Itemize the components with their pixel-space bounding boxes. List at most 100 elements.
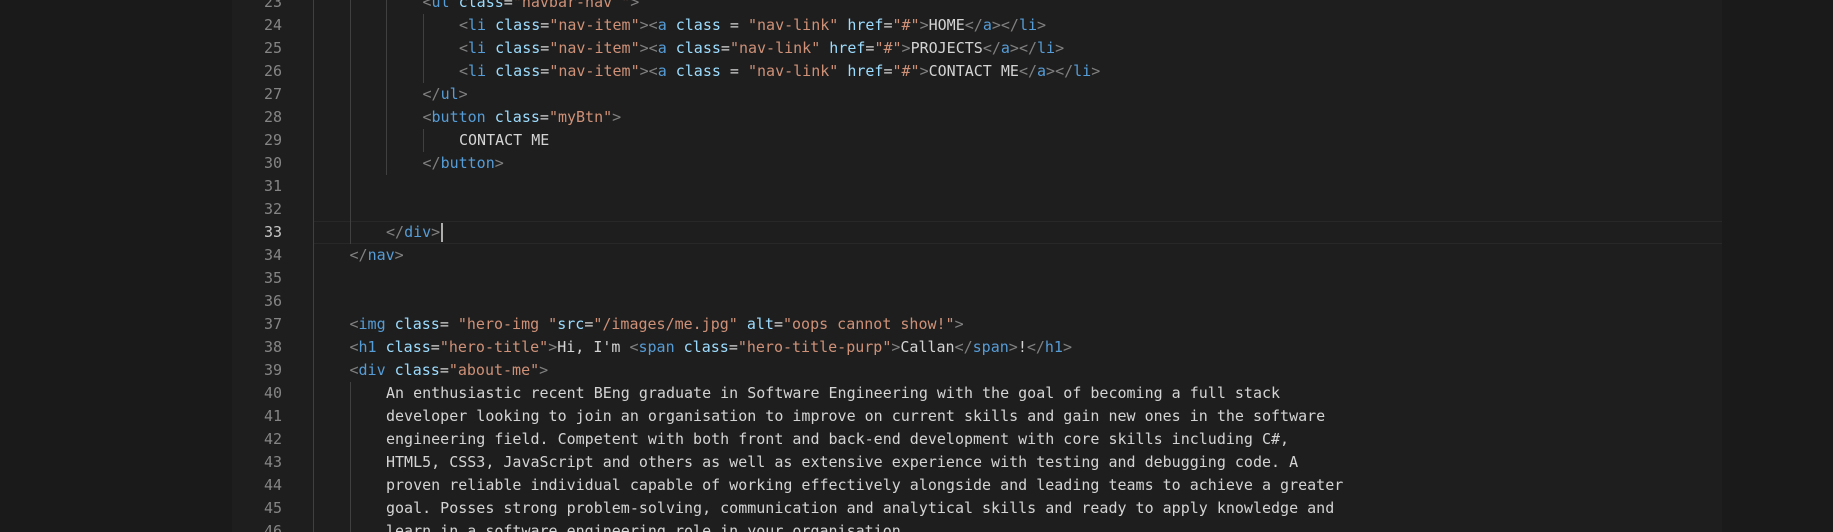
line-number: 43 [263, 453, 282, 471]
code-token: "myBtn" [548, 108, 613, 126]
code-token: = [503, 0, 513, 11]
code-line[interactable]: 37 <img class= "hero-img "src="/images/me… [232, 313, 1722, 336]
code-line[interactable]: 33 </div> [232, 221, 1722, 244]
code-text[interactable]: HTML5, CSS3, JavaScript and others as we… [386, 451, 1298, 474]
code-line[interactable]: 44 proven reliable individual capable of … [232, 474, 1722, 497]
right-side-pane [1722, 0, 1833, 532]
code-token: href [847, 62, 884, 80]
code-token: "/images/me.jpg" [593, 315, 738, 333]
code-line[interactable]: 36 [232, 290, 1722, 313]
code-token: = [883, 62, 893, 80]
code-line[interactable]: 43 HTML5, CSS3, JavaScript and others as … [232, 451, 1722, 474]
code-text[interactable]: <li class="nav-item"><a class = "nav-lin… [459, 14, 1046, 37]
code-token: </ [1055, 62, 1074, 80]
code-text[interactable]: developer looking to join an organisatio… [386, 405, 1325, 428]
code-token: class [495, 62, 541, 80]
code-token: > [1037, 16, 1047, 34]
code-line[interactable]: 23 <ul class="navbar-nav "> [232, 0, 1722, 14]
code-editor[interactable]: 23 <ul class="navbar-nav "> 24 <li class="n… [232, 0, 1722, 532]
line-number: 40 [263, 384, 282, 402]
code-text[interactable]: <button class="myBtn"> [423, 106, 622, 129]
code-line[interactable]: 26 <li class="nav-item"><a class = "nav-l… [232, 60, 1722, 83]
code-line[interactable]: 27 </ul> [232, 83, 1722, 106]
code-token: = [773, 315, 783, 333]
code-line[interactable]: 35 [232, 267, 1722, 290]
code-token: a [1037, 62, 1047, 80]
code-token: img [358, 315, 386, 333]
code-text[interactable]: engineering field. Competent with both f… [386, 428, 1289, 451]
code-line[interactable]: 25 <li class="nav-item"><a class="nav-lin… [232, 37, 1722, 60]
line-number: 23 [263, 0, 282, 11]
code-text[interactable]: <h1 class="hero-title">Hi, I'm <span cla… [350, 336, 1073, 359]
code-token: PROJECTS [910, 39, 983, 57]
code-line[interactable]: 28 <button class="myBtn"> [232, 106, 1722, 129]
code-line[interactable]: 42 engineering field. Competent with both… [232, 428, 1722, 451]
code-text[interactable]: </button> [423, 152, 504, 175]
indent-guide [422, 129, 424, 152]
code-line[interactable]: 45 goal. Posses strong problem-solving, c… [232, 497, 1722, 520]
code-token: a [1000, 39, 1010, 57]
code-token: < [349, 338, 359, 356]
code-token: proven reliable individual capable of wo… [386, 476, 1344, 494]
line-number: 36 [263, 292, 282, 310]
code-token: > [991, 16, 1001, 34]
code-token: </ [1000, 16, 1019, 34]
line-number: 32 [263, 200, 282, 218]
code-line[interactable]: 32 [232, 198, 1722, 221]
code-token: = [540, 39, 550, 57]
indent-guide [349, 0, 351, 244]
code-token: = [430, 338, 440, 356]
code-token: = [539, 108, 549, 126]
code-text[interactable]: </nav> [350, 244, 404, 267]
code-text[interactable]: <img class= "hero-img "src="/images/me.j… [350, 313, 964, 336]
line-number: 45 [263, 499, 282, 517]
code-token: > [548, 338, 558, 356]
code-token: ul [431, 0, 450, 11]
code-token: class [675, 62, 721, 80]
code-token: < [459, 39, 469, 57]
code-line[interactable]: 40 An enthusiastic recent BEng graduate i… [232, 382, 1722, 405]
code-text[interactable]: goal. Posses strong problem-solving, com… [386, 497, 1334, 520]
code-token: > [639, 39, 649, 57]
code-text[interactable]: An enthusiastic recent BEng graduate in … [386, 382, 1280, 405]
code-text[interactable]: proven reliable individual capable of wo… [386, 474, 1343, 497]
code-text[interactable]: <ul class="navbar-nav "> [423, 0, 640, 14]
code-line[interactable]: 31 [232, 175, 1722, 198]
line-number: 26 [263, 62, 282, 80]
line-number: 27 [263, 85, 282, 103]
code-token: < [349, 315, 359, 333]
code-line[interactable]: 46 learn in a software engineering role i… [232, 520, 1722, 532]
code-text[interactable]: </div> [386, 221, 440, 244]
code-line[interactable]: 38 <h1 class="hero-title">Hi, I'm <span c… [232, 336, 1722, 359]
code-token: li [468, 39, 487, 57]
code-text[interactable]: CONTACT ME [459, 129, 549, 152]
code-line[interactable]: 30 </button> [232, 152, 1722, 175]
code-line[interactable]: 29 CONTACT ME [232, 129, 1722, 152]
code-text[interactable]: </ul> [423, 83, 468, 106]
code-token: div [404, 223, 432, 241]
code-line[interactable]: 34 </nav> [232, 244, 1722, 267]
code-text[interactable]: <li class="nav-item"><a class="nav-link"… [459, 37, 1064, 60]
code-token: > [954, 315, 964, 333]
line-number: 37 [263, 315, 282, 333]
code-token: < [629, 338, 639, 356]
code-token: ! [1017, 338, 1027, 356]
code-line[interactable]: 41 developer looking to join an organisat… [232, 405, 1722, 428]
code-token: Callan [900, 338, 955, 356]
code-token: learn in a software engineering role in … [386, 522, 910, 532]
code-token: "nav-item" [549, 16, 640, 34]
code-token: = [728, 338, 738, 356]
code-line[interactable]: 39 <div class="about-me"> [232, 359, 1722, 382]
code-text[interactable]: learn in a software engineering role in … [386, 520, 910, 532]
code-token: > [1055, 39, 1065, 57]
code-token: </ [954, 338, 973, 356]
code-text[interactable]: <li class="nav-item"><a class = "nav-lin… [459, 60, 1100, 83]
code-token: > [1009, 39, 1019, 57]
code-line[interactable]: 24 <li class="nav-item"><a class = "nav-l… [232, 14, 1722, 37]
code-token: > [919, 16, 929, 34]
code-token: ul [440, 85, 459, 103]
code-text[interactable]: <div class="about-me"> [350, 359, 549, 382]
